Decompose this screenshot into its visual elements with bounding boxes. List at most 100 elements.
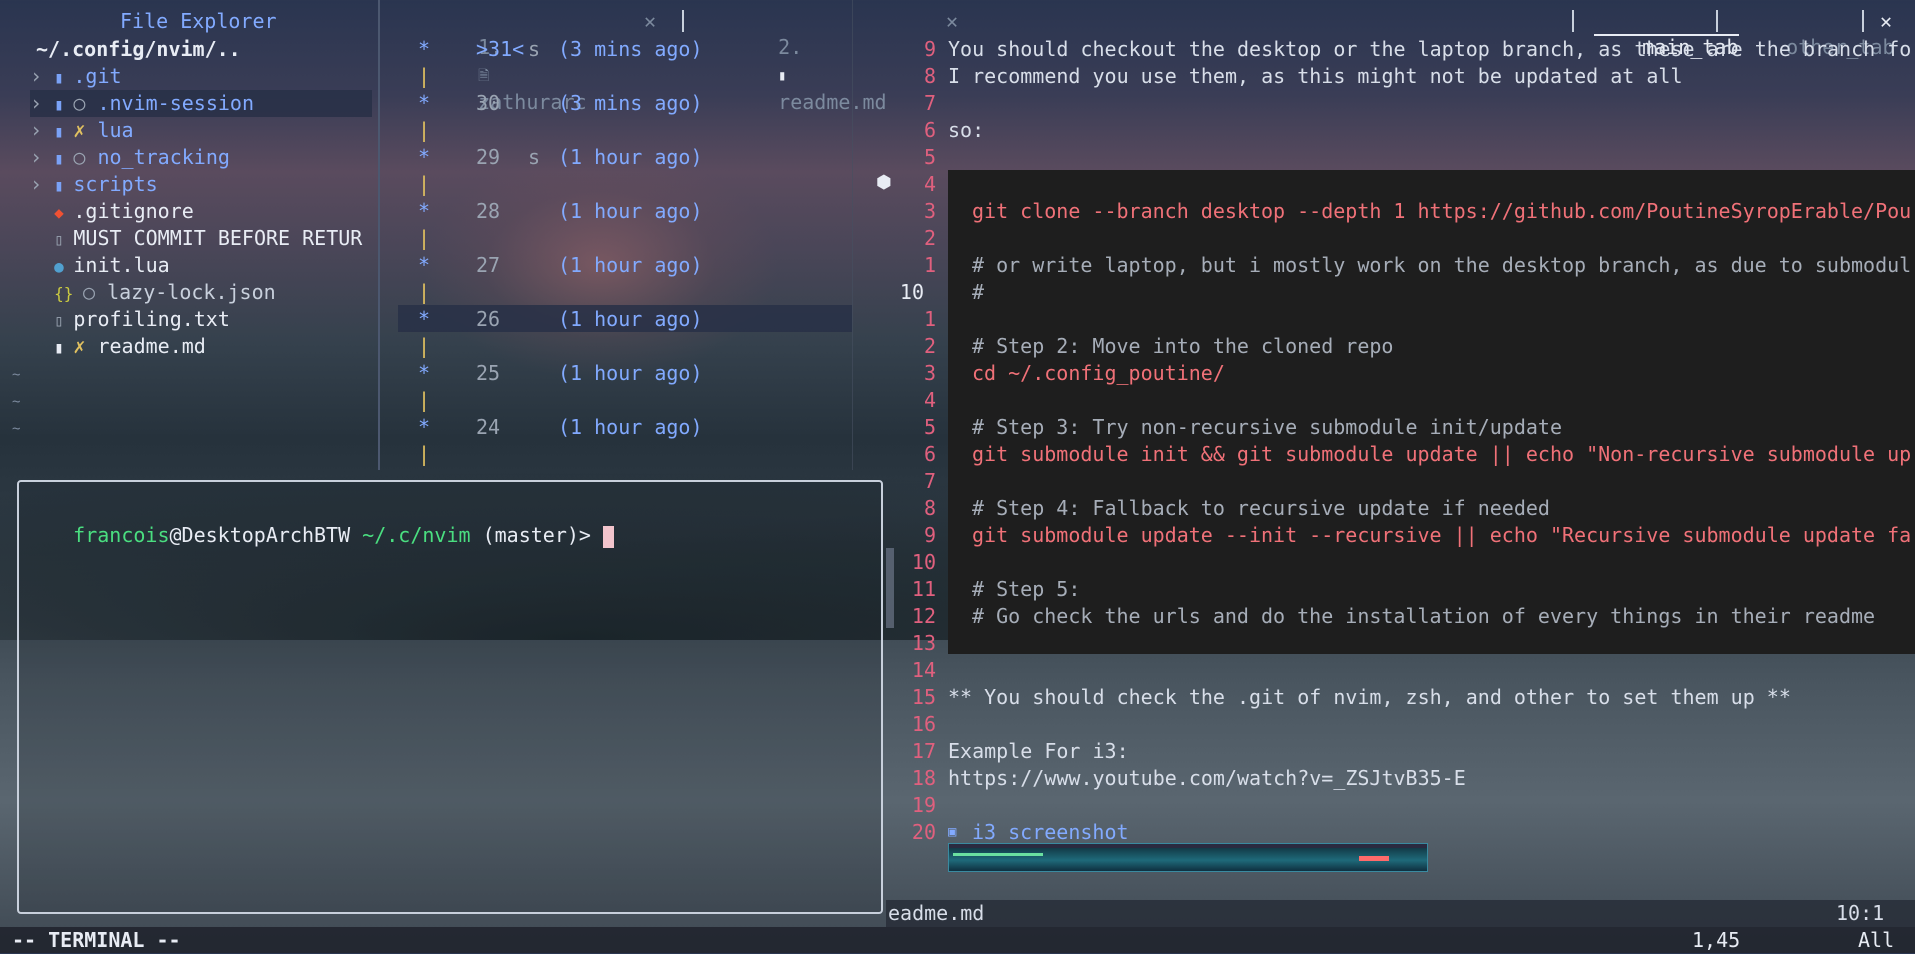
terminal-cursor xyxy=(603,525,615,548)
winbar-filename: eadme.md xyxy=(888,901,985,925)
file-tree-item[interactable]: {} ○ lazy-lock.json xyxy=(30,279,372,306)
statusline: -- TERMINAL -- 1,45 All xyxy=(0,927,1915,953)
close-icon[interactable]: ✕ xyxy=(946,8,958,34)
line-number: 13 xyxy=(911,631,936,655)
undotree-seq: 29 xyxy=(476,145,501,169)
line-number: 2 xyxy=(923,334,936,358)
line-number: 16 xyxy=(911,712,936,736)
line-number: 17 xyxy=(911,739,936,763)
line-number: 18 xyxy=(911,766,936,790)
preview-clock xyxy=(1359,856,1389,861)
terminal-window[interactable]: francois@DesktopArchBTW ~/.c/nvim (maste… xyxy=(17,480,883,914)
empty-line-tilde: ~ xyxy=(12,367,21,383)
git-untracked-icon: ○ xyxy=(83,280,96,304)
line-number: 3 xyxy=(923,199,936,223)
buffer-tab-1[interactable]: 1. 🗎 zathurarc xyxy=(430,8,586,114)
editor-line[interactable]: # xyxy=(972,279,984,306)
editor-line[interactable]: https://www.youtube.com/watch?v=_ZSJtvB3… xyxy=(948,765,1466,792)
undotree-seq: 26 xyxy=(476,307,501,331)
editor-line[interactable]: # Step 3: Try non-recursive submodule in… xyxy=(972,414,1562,441)
tabpage-other[interactable]: other_tab xyxy=(1738,8,1894,59)
buffer-tab-2[interactable]: 2. ▮ readme.md xyxy=(730,8,886,114)
file-tree-item-name: readme.md xyxy=(97,334,206,358)
editor-line[interactable]: # or write laptop, but i mostly work on … xyxy=(972,252,1911,279)
file-tree-item[interactable]: › ▮ scripts xyxy=(30,171,372,198)
editor-scrollbar[interactable] xyxy=(886,548,894,628)
chevron-right-icon[interactable]: › xyxy=(30,64,54,88)
undotree-time: (3 mins ago) xyxy=(558,91,703,115)
undotree-marker: * xyxy=(418,307,431,331)
winbar-position: 10:1 xyxy=(1836,901,1885,925)
line-number: 5 xyxy=(923,145,936,169)
line-number: 9 xyxy=(923,523,936,547)
file-tree-item[interactable]: ● init.lua xyxy=(30,252,372,279)
file-tree-item[interactable]: › ▮ ○ no_tracking xyxy=(30,144,372,171)
editor-line[interactable]: so: xyxy=(948,117,984,144)
editor-line[interactable]: git submodule update --init --recursive … xyxy=(972,522,1911,549)
git-icon: ◆ xyxy=(54,203,74,222)
file-explorer-title: File Explorer xyxy=(120,9,277,33)
editor-line[interactable]: # Step 4: Fallback to recursive update i… xyxy=(972,495,1550,522)
undotree-branch-pipe: | xyxy=(418,172,431,196)
line-number: 9 xyxy=(923,37,936,61)
close-tabpage-icon[interactable]: ✕ xyxy=(1880,8,1892,34)
git-untracked-icon: ○ xyxy=(73,91,86,115)
file-tree-item-name: scripts xyxy=(73,172,158,196)
file-tree-item[interactable]: ▯ profiling.txt xyxy=(30,306,372,333)
editor-line[interactable]: cd ~/.config_poutine/ xyxy=(972,360,1225,387)
file-tree-item-name: profiling.txt xyxy=(73,307,230,331)
file-tree-item-name: .git xyxy=(73,64,122,88)
editor-line[interactable]: You should checkout the desktop or the l… xyxy=(948,36,1911,63)
undotree-seq: 28 xyxy=(476,199,501,223)
close-icon[interactable]: ✕ xyxy=(644,8,656,34)
editor-line[interactable]: git clone --branch desktop --depth 1 htt… xyxy=(972,198,1911,225)
editor-line[interactable]: Example For i3: xyxy=(948,738,1129,765)
editor-line[interactable]: # Step 5: xyxy=(972,576,1080,603)
undotree-seq: 27 xyxy=(476,253,501,277)
line-number: 6 xyxy=(923,118,936,142)
image-icon: ▣ xyxy=(948,824,957,840)
editor-winbar: eadme.md 10:1 xyxy=(886,900,1915,927)
editor-line[interactable]: I recommend you use them, as this might … xyxy=(948,63,1683,90)
undotree-seq: 24 xyxy=(476,415,501,439)
file-tree-item[interactable]: › ▮ ✗ lua xyxy=(30,117,372,144)
tabpage-separator xyxy=(1862,10,1864,32)
undotree-marker: * xyxy=(418,37,431,61)
editor-line[interactable]: i3 screenshot xyxy=(972,819,1129,846)
file-tree-item[interactable]: › ▮ .git xyxy=(30,63,372,90)
chevron-right-icon[interactable]: › xyxy=(30,91,54,115)
undotree-marker: * xyxy=(418,91,431,115)
file-tree-item[interactable]: ▮ ✗ readme.md xyxy=(30,333,372,360)
git-modified-icon: ✗ xyxy=(73,118,86,142)
undotree-seq: 25 xyxy=(476,361,501,385)
undotree-time: (1 hour ago) xyxy=(558,361,703,385)
file-tree-item-name: no_tracking xyxy=(97,145,230,169)
line-number: 7 xyxy=(923,91,936,115)
editor-line[interactable]: git submodule init && git submodule upda… xyxy=(972,441,1911,468)
undotree-flag: s xyxy=(528,37,541,61)
chevron-right-icon[interactable]: › xyxy=(30,172,54,196)
text-file-icon: ▯ xyxy=(54,311,74,330)
line-number: 3 xyxy=(923,361,936,385)
line-number: 4 xyxy=(923,388,936,412)
chevron-right-icon[interactable]: › xyxy=(30,118,54,142)
chevron-right-icon[interactable]: › xyxy=(30,145,54,169)
file-tree-item[interactable]: ▯ MUST COMMIT BEFORE RETUR xyxy=(30,225,372,252)
file-tree-item[interactable]: ◆ .gitignore xyxy=(30,198,372,225)
editor-line[interactable]: # Go check the urls and do the installat… xyxy=(972,603,1875,630)
line-number: 4 xyxy=(923,172,936,196)
undotree-marker: * xyxy=(418,199,431,223)
file-tree-item-name: MUST COMMIT BEFORE RETUR xyxy=(73,226,363,250)
file-tree-item[interactable]: › ▮ ○ .nvim-session xyxy=(30,90,372,117)
file-tree-item-name: lua xyxy=(97,118,134,142)
editor-line[interactable]: ** You should check the .git of nvim, zs… xyxy=(948,684,1791,711)
undotree-separator xyxy=(852,0,853,470)
undotree-marker: * xyxy=(418,145,431,169)
editor-line[interactable]: # Step 2: Move into the cloned repo xyxy=(972,333,1393,360)
undotree-branch-pipe: | xyxy=(418,442,431,466)
